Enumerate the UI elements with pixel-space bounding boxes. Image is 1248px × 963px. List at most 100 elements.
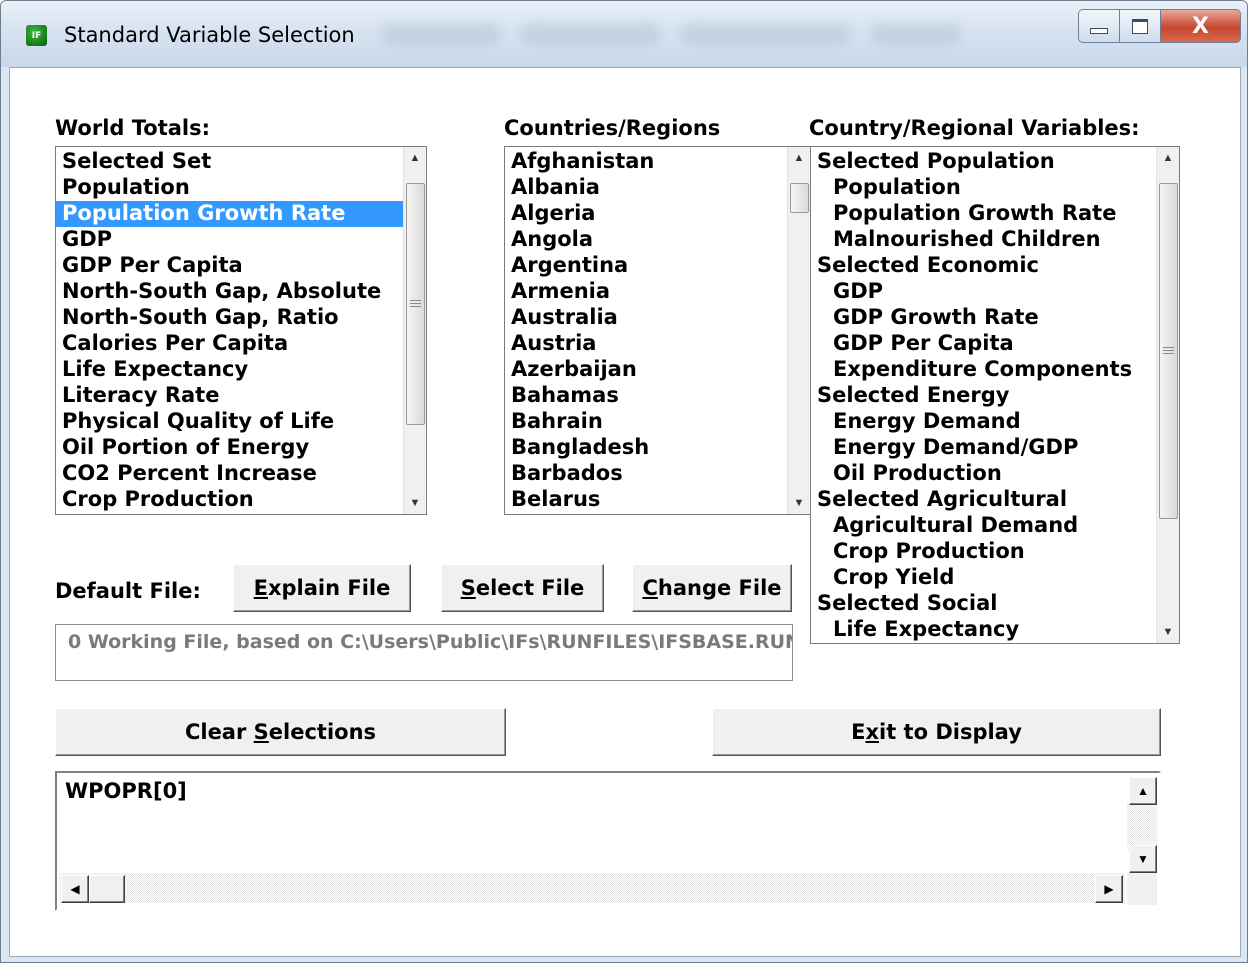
list-item[interactable]: Population xyxy=(56,175,404,201)
selection-output-textarea[interactable]: WPOPR[0] ▲ ▼ ◀ ▶ xyxy=(55,771,1161,911)
list-item[interactable]: Expenditure Components xyxy=(811,357,1157,383)
list-item[interactable]: Argentina xyxy=(505,253,788,279)
list-item[interactable]: Angola xyxy=(505,227,788,253)
scroll-down-icon[interactable]: ▼ xyxy=(1157,621,1179,643)
change-file-hotkey: C xyxy=(642,576,658,600)
list-item[interactable]: Calories Per Capita xyxy=(56,331,404,357)
list-item[interactable]: Crop Production xyxy=(56,487,404,513)
list-item[interactable]: Oil Production xyxy=(811,461,1157,487)
scroll-up-icon[interactable]: ▲ xyxy=(1129,777,1157,805)
app-icon: IF xyxy=(26,25,47,46)
countries-label: Countries/Regions xyxy=(504,116,721,140)
close-icon: X xyxy=(1192,13,1209,39)
explain-file-button[interactable]: Explain File xyxy=(233,564,411,612)
list-item[interactable]: Selected Agricultural xyxy=(811,487,1157,513)
close-button[interactable]: X xyxy=(1161,9,1241,43)
list-item[interactable]: Population Growth Rate xyxy=(811,201,1157,227)
clear-selections-button[interactable]: Clear Selections xyxy=(55,708,506,756)
maximize-button[interactable] xyxy=(1120,9,1161,43)
countries-listbox[interactable]: Afghanistan Albania Algeria Angola Argentina… xyxy=(504,146,811,515)
scroll-up-icon[interactable]: ▲ xyxy=(1157,147,1179,169)
scroll-down-icon[interactable]: ▼ xyxy=(788,492,810,514)
list-item[interactable]: Population Growth Rate xyxy=(56,201,404,227)
country-variables-items: Selected Population Population Population … xyxy=(811,149,1157,643)
horizontal-scroll-thumb[interactable] xyxy=(89,875,125,903)
list-item[interactable]: Australia xyxy=(505,305,788,331)
list-item[interactable]: Energy Demand xyxy=(811,409,1157,435)
list-item[interactable]: GDP Growth Rate xyxy=(811,305,1157,331)
list-item[interactable]: GDP xyxy=(811,279,1157,305)
select-file-hotkey: S xyxy=(460,576,476,600)
list-item[interactable]: Literacy Rate xyxy=(56,383,404,409)
list-item[interactable]: Selected Set xyxy=(56,149,404,175)
country-variables-label: Country/Regional Variables: xyxy=(809,116,1140,140)
scroll-thumb[interactable] xyxy=(406,183,425,425)
list-item[interactable]: Malnourished Children xyxy=(811,227,1157,253)
scroll-left-icon[interactable]: ◀ xyxy=(61,875,89,903)
list-item[interactable]: Crop Production xyxy=(811,539,1157,565)
horizontal-scroll-track[interactable] xyxy=(59,873,1125,903)
list-item[interactable]: Armenia xyxy=(505,279,788,305)
list-item[interactable]: CO2 Percent Increase xyxy=(56,461,404,487)
list-item[interactable]: Algeria xyxy=(505,201,788,227)
exit-to-display-button[interactable]: Ex it to Display xyxy=(712,708,1161,756)
change-file-button[interactable]: Change File xyxy=(632,564,792,612)
list-item[interactable]: Life Expectancy xyxy=(811,617,1157,643)
scroll-up-icon[interactable]: ▲ xyxy=(404,147,426,169)
list-item[interactable]: North-South Gap, Ratio xyxy=(56,305,404,331)
country-variables-scrollbar[interactable]: ▲ ▼ xyxy=(1156,147,1179,643)
list-item[interactable]: Albania xyxy=(505,175,788,201)
exit-to-display-prefix: E xyxy=(851,720,866,744)
list-item[interactable]: GDP Per Capita xyxy=(811,331,1157,357)
world-totals-listbox[interactable]: Selected Set Population Population Growth … xyxy=(55,146,427,515)
list-item[interactable]: GDP xyxy=(56,227,404,253)
list-item[interactable]: Azerbaijan xyxy=(505,357,788,383)
scroll-down-icon[interactable]: ▼ xyxy=(1129,845,1157,873)
list-item[interactable]: Population xyxy=(811,175,1157,201)
exit-to-display-label: it to Display xyxy=(879,720,1022,744)
list-item[interactable]: Selected Social xyxy=(811,591,1157,617)
list-item[interactable]: Life Expectancy xyxy=(56,357,404,383)
scroll-up-icon[interactable]: ▲ xyxy=(788,147,810,169)
minimize-button[interactable] xyxy=(1078,9,1120,43)
aero-blur xyxy=(681,23,851,45)
countries-scrollbar[interactable]: ▲ ▼ xyxy=(787,147,810,514)
list-item[interactable]: Bahrain xyxy=(505,409,788,435)
selection-output-text: WPOPR[0] xyxy=(65,779,187,803)
list-item[interactable]: Selected Energy xyxy=(811,383,1157,409)
list-item[interactable]: Afghanistan xyxy=(505,149,788,175)
list-item[interactable]: Physical Quality of Life xyxy=(56,409,404,435)
list-item[interactable]: Selected Population xyxy=(811,149,1157,175)
list-item[interactable]: Barbados xyxy=(505,461,788,487)
country-variables-listbox[interactable]: Selected Population Population Population … xyxy=(810,146,1180,644)
clear-selections-hotkey: S xyxy=(253,720,269,744)
default-file-path-text: 0 Working File, based on C:\Users\Public… xyxy=(68,631,793,653)
scroll-thumb[interactable] xyxy=(1159,183,1178,519)
list-item[interactable]: Belarus xyxy=(505,487,788,513)
vertical-scroll-track[interactable] xyxy=(1127,803,1157,851)
list-item[interactable]: North-South Gap, Absolute xyxy=(56,279,404,305)
change-file-label: hange File xyxy=(657,576,782,600)
explain-file-label: xplain File xyxy=(267,576,391,600)
world-totals-scrollbar[interactable]: ▲ ▼ xyxy=(403,147,426,514)
scroll-down-icon[interactable]: ▼ xyxy=(404,492,426,514)
exit-to-display-hotkey: x xyxy=(865,720,879,744)
minimize-icon xyxy=(1090,28,1108,34)
title-bar[interactable]: IF Standard Variable Selection X xyxy=(1,1,1247,67)
list-item[interactable]: Selected Economic xyxy=(811,253,1157,279)
default-file-path-field[interactable]: 0 Working File, based on C:\Users\Public… xyxy=(55,624,793,681)
scroll-thumb[interactable] xyxy=(790,183,809,213)
explain-file-hotkey: E xyxy=(253,576,268,600)
list-item[interactable]: Bahamas xyxy=(505,383,788,409)
list-item[interactable]: Oil Portion of Energy xyxy=(56,435,404,461)
list-item[interactable]: Bangladesh xyxy=(505,435,788,461)
list-item[interactable]: Crop Yield xyxy=(811,565,1157,591)
scroll-right-icon[interactable]: ▶ xyxy=(1095,875,1123,903)
select-file-button[interactable]: Select File xyxy=(441,564,604,612)
list-item[interactable]: GDP Per Capita xyxy=(56,253,404,279)
aero-blur xyxy=(381,23,501,45)
list-item[interactable]: Agricultural Demand xyxy=(811,513,1157,539)
list-item[interactable]: Austria xyxy=(505,331,788,357)
list-item[interactable]: Energy Demand/GDP xyxy=(811,435,1157,461)
caption-buttons: X xyxy=(1078,9,1241,43)
